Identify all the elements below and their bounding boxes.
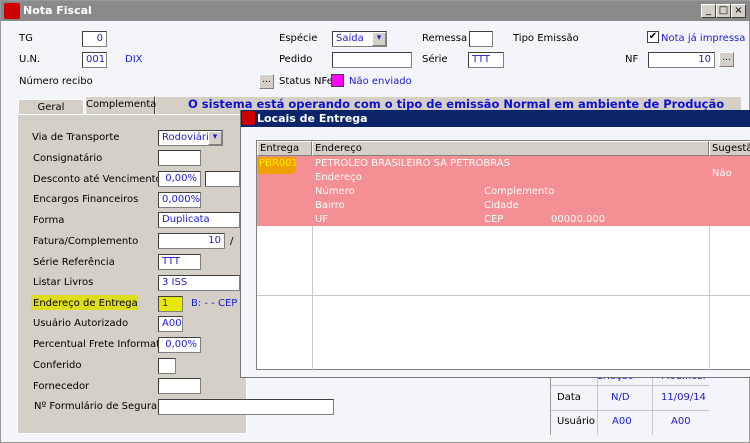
encargos-label: Encargos Financeiros bbox=[33, 194, 139, 205]
divider bbox=[257, 295, 750, 296]
window-title: Nota Fiscal bbox=[1, 1, 750, 21]
usuario-autorizado-input[interactable]: A00 bbox=[158, 316, 183, 332]
entrega-complemento: Complemento bbox=[484, 186, 555, 197]
divider bbox=[551, 385, 709, 386]
serie-label: Série bbox=[422, 54, 448, 65]
entrega-sugestao: Não bbox=[712, 168, 732, 179]
entrega-endereco: Endereço bbox=[315, 172, 362, 183]
entrega-bairro: Bairro bbox=[315, 200, 345, 211]
encargos-input[interactable]: 0,000% bbox=[158, 192, 201, 208]
especie-select[interactable]: Saída ▾ bbox=[332, 31, 387, 47]
pedido-input[interactable] bbox=[332, 52, 412, 68]
tg-input[interactable]: 0 bbox=[82, 31, 107, 47]
entrega-uf: UF bbox=[315, 214, 329, 225]
locais-entrega-dialog: Locais de Entrega Entrega Endereço Suges… bbox=[240, 110, 750, 378]
remessa-label: Remessa bbox=[422, 33, 468, 44]
tipo-emissao-label: Tipo Emissão bbox=[513, 33, 579, 44]
entrega-cidade: Cidade bbox=[484, 200, 519, 211]
listar-livros-input[interactable]: 3 ISS bbox=[158, 275, 240, 291]
desconto-extra-input[interactable] bbox=[205, 171, 240, 187]
percentual-frete-input[interactable]: 0,00% bbox=[158, 337, 201, 353]
via-transporte-select[interactable]: Rodoviária ▾ bbox=[158, 130, 223, 146]
chevron-down-icon[interactable]: ▾ bbox=[208, 131, 222, 145]
consignatario-label: Consignatário bbox=[33, 153, 103, 164]
forma-input[interactable]: Duplicata bbox=[158, 212, 240, 228]
endereco-entrega-label: Endereço de Entrega bbox=[33, 298, 138, 309]
remessa-input[interactable] bbox=[469, 31, 493, 47]
formulario-seguranca-label: Nº Formulário de Segurança bbox=[34, 401, 176, 412]
audit-table: Criação Modificar Data N/D 11/09/14 Usuá… bbox=[550, 371, 709, 435]
serie-input[interactable]: TTT bbox=[468, 52, 504, 68]
audit-row-label: Data bbox=[557, 392, 581, 403]
status-nfe-value: Não enviado bbox=[349, 76, 412, 87]
desconto-input[interactable]: 0,00% bbox=[158, 171, 201, 187]
un-input[interactable]: 001 bbox=[82, 52, 107, 68]
divider bbox=[312, 226, 313, 371]
close-button[interactable]: × bbox=[731, 4, 746, 18]
minimize-button[interactable]: _ bbox=[701, 4, 716, 18]
entrega-numero: Número bbox=[315, 186, 355, 197]
endereco-entrega-input[interactable]: 1 bbox=[158, 296, 183, 312]
entrega-cep-label: CEP bbox=[484, 214, 504, 225]
pedido-label: Pedido bbox=[279, 54, 313, 65]
forma-label: Forma bbox=[33, 215, 65, 226]
chevron-down-icon[interactable]: ▾ bbox=[372, 32, 386, 46]
fatura-input[interactable]: 10 bbox=[158, 233, 225, 249]
fatura-label: Fatura/Complemento bbox=[33, 236, 139, 247]
audit-row-label: Usuário bbox=[557, 416, 596, 427]
column-header-sugestao[interactable]: Sugestão bbox=[709, 141, 750, 156]
nota-impressa-label: Nota já impressa bbox=[661, 33, 746, 44]
desconto-label: Desconto até Vencimento bbox=[33, 174, 162, 185]
audit-cell: A00 bbox=[612, 416, 632, 427]
formulario-seguranca-input[interactable] bbox=[158, 399, 334, 415]
especie-label: Espécie bbox=[279, 33, 318, 44]
nf-label: NF bbox=[625, 54, 639, 65]
serie-referencia-input[interactable]: TTT bbox=[158, 254, 201, 270]
status-color-indicator bbox=[331, 74, 344, 87]
serie-referencia-label: Série Referência bbox=[33, 257, 115, 268]
nf-input[interactable]: 10 bbox=[648, 52, 715, 68]
status-nfe-label: Status NFe bbox=[279, 76, 333, 87]
fatura-separator: / bbox=[230, 236, 234, 247]
divider bbox=[597, 378, 598, 435]
entrega-code: PBR001 bbox=[259, 158, 298, 169]
via-transporte-value: Rodoviária bbox=[162, 132, 215, 143]
fornecedor-label: Fornecedor bbox=[33, 381, 90, 392]
fornecedor-input[interactable] bbox=[158, 378, 201, 394]
especie-value: Saída bbox=[336, 33, 364, 44]
table-row[interactable]: PBR001 PETROLEO BRASILEIRO SA PETROBRAS … bbox=[257, 156, 750, 226]
column-header-entrega[interactable]: Entrega bbox=[257, 141, 312, 156]
divider bbox=[652, 378, 653, 435]
percentual-frete-label: Percentual Frete Informativo bbox=[33, 339, 175, 350]
consignatario-input[interactable] bbox=[158, 150, 201, 166]
maximize-button[interactable]: □ bbox=[716, 4, 731, 18]
tg-label: TG bbox=[19, 33, 33, 44]
un-label: U.N. bbox=[19, 54, 41, 65]
app-icon bbox=[242, 111, 255, 125]
endereco-entrega-info: B: - - CEP bbox=[191, 298, 238, 309]
divider bbox=[709, 226, 710, 371]
conferido-input[interactable] bbox=[158, 358, 176, 374]
audit-cell: A00 bbox=[671, 416, 691, 427]
entrega-grid[interactable]: Entrega Endereço Sugestão PBR001 PETROLE… bbox=[256, 140, 750, 371]
nf-lookup-button[interactable]: ... bbox=[719, 52, 734, 67]
recibo-lookup-button[interactable]: ... bbox=[259, 74, 274, 89]
app-icon bbox=[4, 3, 20, 19]
column-header-endereco[interactable]: Endereço bbox=[312, 141, 709, 156]
usuario-autorizado-label: Usuário Autorizado bbox=[33, 318, 129, 329]
dialog-title: Locais de Entrega bbox=[241, 110, 750, 127]
audit-cell: N/D bbox=[611, 392, 630, 403]
numero-recibo-label: Número recibo bbox=[19, 76, 93, 87]
conferido-label: Conferido bbox=[33, 360, 82, 371]
divider bbox=[551, 410, 709, 411]
un-description: DIX bbox=[125, 54, 143, 65]
audit-cell: 11/09/14 bbox=[661, 392, 706, 403]
entrega-nome: PETROLEO BRASILEIRO SA PETROBRAS bbox=[315, 158, 511, 169]
listar-livros-label: Listar Livros bbox=[33, 277, 94, 288]
entrega-cep: 00000.000 bbox=[551, 214, 606, 225]
tab-complementar[interactable]: Complementar bbox=[85, 96, 161, 116]
nota-impressa-checkbox[interactable]: ✔ bbox=[647, 31, 659, 43]
via-transporte-label: Via de Transporte bbox=[32, 132, 120, 143]
